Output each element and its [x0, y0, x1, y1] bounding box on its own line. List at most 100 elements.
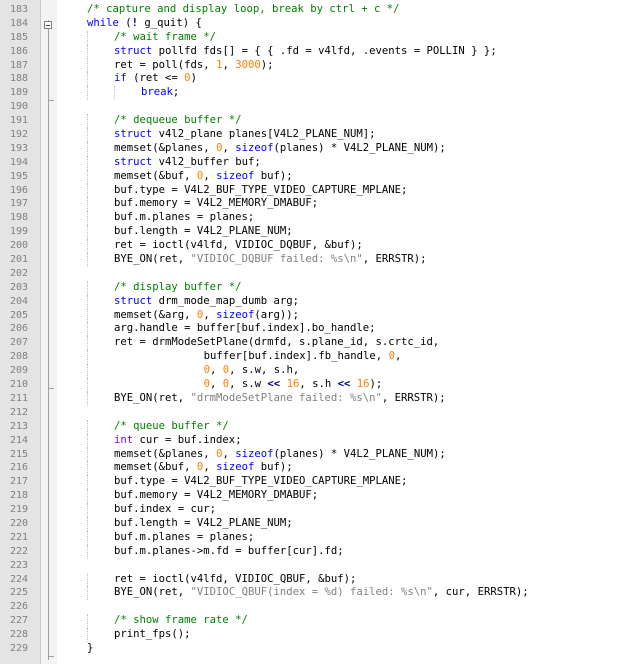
- code-text[interactable]: buf.memory = V4L2_MEMORY_DMABUF;: [114, 197, 318, 211]
- code-text[interactable]: buf.length = V4L2_PLANE_NUM;: [114, 225, 293, 239]
- code-text[interactable]: memset(&planes, 0, sizeof(planes) * V4L2…: [114, 448, 446, 462]
- code-lines[interactable]: 183 /* capture and display loop, break by…: [0, 3, 639, 656]
- code-line[interactable]: 194 struct v4l2_buffer buf;: [0, 155, 639, 170]
- code-text[interactable]: struct v4l2_buffer buf;: [114, 156, 261, 170]
- code-text[interactable]: print_fps();: [114, 628, 191, 642]
- code-line[interactable]: 209 0, 0, s.w, s.h,: [0, 364, 639, 379]
- code-line[interactable]: 215 memset(&planes, 0, sizeof(planes) * V…: [0, 447, 639, 462]
- code-text[interactable]: memset(&planes, 0, sizeof(planes) * V4L2…: [114, 142, 446, 156]
- code-line[interactable]: 190: [0, 100, 639, 114]
- code-text[interactable]: memset(&buf, 0, sizeof buf);: [114, 170, 293, 184]
- code-text[interactable]: 0, 0, s.w << 16, s.h << 16);: [204, 378, 383, 392]
- code-line[interactable]: 198 buf.m.planes = planes;: [0, 211, 639, 226]
- indent-guide: [87, 72, 88, 87]
- code-line[interactable]: 192 struct v4l2_plane planes[V4L2_PLANE_N…: [0, 128, 639, 142]
- code-line[interactable]: 208 buffer[buf.index].fb_handle, 0,: [0, 350, 639, 365]
- code-text[interactable]: /* queue buffer */: [114, 420, 229, 434]
- code-text[interactable]: break;: [141, 86, 179, 100]
- code-line[interactable]: 183 /* capture and display loop, break by…: [0, 3, 639, 17]
- code-line[interactable]: 214 int cur = buf.index;: [0, 433, 639, 448]
- code-line[interactable]: 204 struct drm_mode_map_dumb arg;: [0, 294, 639, 309]
- code-line[interactable]: 205 memset(&arg, 0, sizeof(arg));: [0, 308, 639, 323]
- code-text[interactable]: BYE_ON(ret, "drmModeSetPlane failed: %s\…: [114, 392, 446, 406]
- code-text[interactable]: struct pollfd fds[] = { { .fd = v4lfd, .…: [114, 45, 497, 59]
- code-line[interactable]: 227 /* show frame rate */: [0, 614, 639, 629]
- code-text[interactable]: BYE_ON(ret, "VIDIOC_QBUF(index = %d) fai…: [114, 586, 529, 600]
- code-line[interactable]: 223: [0, 559, 639, 573]
- code-line[interactable]: 216 memset(&buf, 0, sizeof buf);: [0, 461, 639, 476]
- code-text[interactable]: /* wait frame */: [114, 31, 216, 45]
- code-text[interactable]: buf.memory = V4L2_MEMORY_DMABUF;: [114, 489, 318, 503]
- code-line[interactable]: 229}: [0, 642, 639, 656]
- code-text[interactable]: buf.type = V4L2_BUF_TYPE_VIDEO_CAPTURE_M…: [114, 475, 407, 489]
- code-text[interactable]: buf.length = V4L2_PLANE_NUM;: [114, 517, 293, 531]
- code-line[interactable]: 202: [0, 267, 639, 281]
- code-text[interactable]: if (ret <= 0): [114, 72, 197, 86]
- code-line[interactable]: 191 /* dequeue buffer */: [0, 114, 639, 129]
- code-text[interactable]: ret = poll(fds, 1, 3000);: [114, 59, 274, 73]
- code-line[interactable]: 193 memset(&planes, 0, sizeof(planes) * V…: [0, 141, 639, 156]
- code-line[interactable]: 201 BYE_ON(ret, "VIDIOC_DQBUF failed: %s\…: [0, 253, 639, 267]
- code-text[interactable]: buf.type = V4L2_BUF_TYPE_VIDEO_CAPTURE_M…: [114, 184, 407, 198]
- code-text[interactable]: int cur = buf.index;: [114, 434, 242, 448]
- code-text[interactable]: }: [87, 642, 93, 656]
- code-editor[interactable]: 183 /* capture and display loop, break by…: [0, 0, 639, 664]
- code-line[interactable]: 226: [0, 600, 639, 614]
- code-line[interactable]: 188 if (ret <= 0): [0, 72, 639, 87]
- indent-guide: [87, 183, 88, 198]
- code-line[interactable]: 185 /* wait frame */: [0, 30, 639, 45]
- line-number: 224: [9, 573, 28, 585]
- code-text[interactable]: ret = drmModeSetPlane(drmfd, s.plane_id,…: [114, 336, 439, 350]
- code-line[interactable]: 200 ret = ioctl(v4lfd, VIDIOC_DQBUF, &buf…: [0, 239, 639, 254]
- code-token: ret = drmModeSetPlane(drmfd, s.plane_id,…: [114, 336, 440, 349]
- code-line[interactable]: 213 /* queue buffer */: [0, 419, 639, 434]
- code-line[interactable]: 189 break;: [0, 86, 639, 101]
- code-line[interactable]: 220 buf.length = V4L2_PLANE_NUM;: [0, 516, 639, 531]
- code-line[interactable]: 219 buf.index = cur;: [0, 503, 639, 517]
- code-line[interactable]: 186 struct pollfd fds[] = { { .fd = v4lfd…: [0, 44, 639, 59]
- code-line[interactable]: 221 buf.m.planes = planes;: [0, 530, 639, 545]
- code-token: buf.type = V4L2_BUF_TYPE_VIDEO_CAPTURE_M…: [114, 475, 408, 488]
- code-line[interactable]: 210 0, 0, s.w << 16, s.h << 16);: [0, 378, 639, 392]
- code-text[interactable]: memset(&buf, 0, sizeof buf);: [114, 461, 293, 475]
- code-text[interactable]: 0, 0, s.w, s.h,: [204, 364, 300, 378]
- code-line[interactable]: 196 buf.type = V4L2_BUF_TYPE_VIDEO_CAPTUR…: [0, 183, 639, 198]
- code-text[interactable]: buf.m.planes->m.fd = buffer[cur].fd;: [114, 545, 344, 559]
- code-text[interactable]: buffer[buf.index].fb_handle, 0,: [204, 350, 402, 364]
- code-text[interactable]: buf.m.planes = planes;: [114, 211, 254, 225]
- code-line[interactable]: 222 buf.m.planes->m.fd = buffer[cur].fd;: [0, 544, 639, 559]
- code-text[interactable]: /* capture and display loop, break by ct…: [87, 3, 400, 17]
- code-text[interactable]: /* dequeue buffer */: [114, 114, 242, 128]
- code-text[interactable]: buf.m.planes = planes;: [114, 531, 254, 545]
- code-text[interactable]: memset(&arg, 0, sizeof(arg));: [114, 309, 299, 323]
- code-line[interactable]: 197 buf.memory = V4L2_MEMORY_DMABUF;: [0, 197, 639, 212]
- code-line[interactable]: 206 arg.handle = buffer[buf.index].bo_han…: [0, 322, 639, 337]
- code-line[interactable]: 187 ret = poll(fds, 1, 3000);: [0, 58, 639, 73]
- line-number: 209: [9, 365, 28, 377]
- code-line[interactable]: 225 BYE_ON(ret, "VIDIOC_QBUF(index = %d) …: [0, 586, 639, 601]
- code-text[interactable]: BYE_ON(ret, "VIDIOC_DQBUF failed: %s\n",…: [114, 253, 427, 267]
- code-line[interactable]: 207 ret = drmModeSetPlane(drmfd, s.plane_…: [0, 336, 639, 351]
- indent-guide: [87, 447, 88, 462]
- code-line[interactable]: 218 buf.memory = V4L2_MEMORY_DMABUF;: [0, 489, 639, 504]
- code-line[interactable]: 217 buf.type = V4L2_BUF_TYPE_VIDEO_CAPTUR…: [0, 475, 639, 490]
- code-line[interactable]: 203 /* display buffer */: [0, 280, 639, 295]
- code-line[interactable]: 211 BYE_ON(ret, "drmModeSetPlane failed: …: [0, 391, 639, 406]
- code-text[interactable]: /* display buffer */: [114, 281, 242, 295]
- code-text[interactable]: ret = ioctl(v4lfd, VIDIOC_DQBUF, &buf);: [114, 239, 363, 253]
- code-text[interactable]: /* show frame rate */: [114, 614, 248, 628]
- code-line[interactable]: 199 buf.length = V4L2_PLANE_NUM;: [0, 225, 639, 240]
- code-token: "drmModeSetPlane failed: %s\n": [190, 391, 382, 404]
- code-text[interactable]: while (! g_quit) {: [87, 17, 202, 31]
- code-text[interactable]: arg.handle = buffer[buf.index].bo_handle…: [114, 322, 376, 336]
- code-line[interactable]: 184 while (! g_quit) {: [0, 17, 639, 31]
- code-text[interactable]: buf.index = cur;: [114, 503, 216, 517]
- code-text[interactable]: struct v4l2_plane planes[V4L2_PLANE_NUM]…: [114, 128, 376, 142]
- code-line[interactable]: 224 ret = ioctl(v4lfd, VIDIOC_QBUF, &buf)…: [0, 572, 639, 587]
- code-line[interactable]: 228 print_fps();: [0, 628, 639, 642]
- code-line[interactable]: 212: [0, 406, 639, 420]
- code-text[interactable]: ret = ioctl(v4lfd, VIDIOC_QBUF, &buf);: [114, 573, 356, 587]
- line-number: 222: [9, 545, 28, 557]
- code-line[interactable]: 195 memset(&buf, 0, sizeof buf);: [0, 169, 639, 184]
- code-text[interactable]: struct drm_mode_map_dumb arg;: [114, 295, 299, 309]
